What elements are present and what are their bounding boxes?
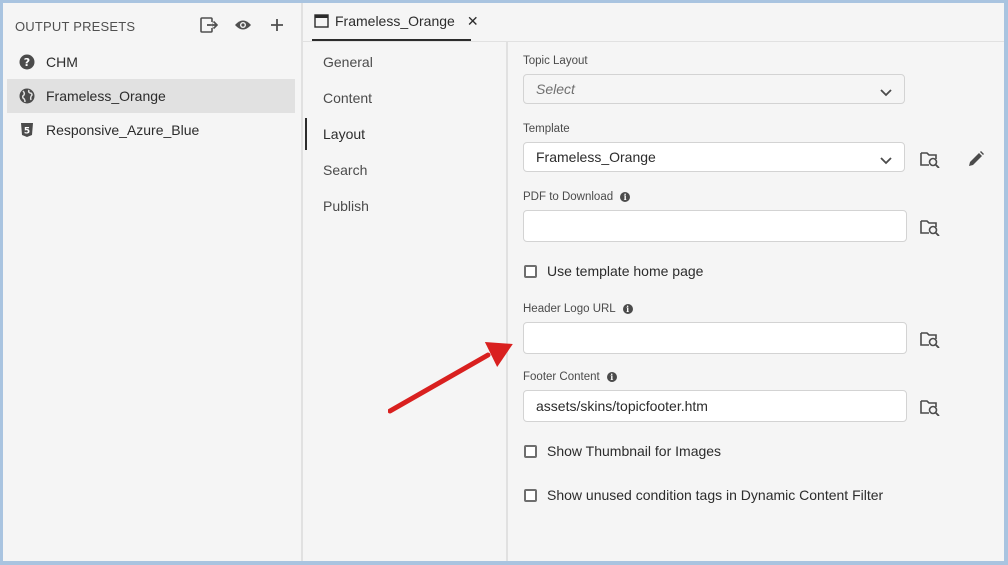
tab-bar: Frameless_Orange ✕: [303, 3, 1004, 42]
nav-item-content[interactable]: Content: [303, 80, 506, 116]
annotation-arrow: [388, 342, 513, 414]
preset-list: ? CHM Frameless_Orange 5 Responsive_Azur…: [7, 45, 295, 147]
close-icon[interactable]: ✕: [467, 13, 479, 30]
panel-title: OUTPUT PRESETS: [15, 19, 136, 34]
chevron-down-icon: [880, 84, 892, 100]
show-thumbnail-checkbox[interactable]: [524, 444, 537, 458]
nav-item-publish[interactable]: Publish: [303, 188, 506, 224]
nav-item-general[interactable]: General: [303, 44, 506, 80]
topic-layout-label: Topic Layout: [523, 55, 588, 67]
preset-item-responsive-azure-blue[interactable]: 5 Responsive_Azure_Blue: [7, 113, 295, 147]
template-select[interactable]: Frameless_Orange: [523, 142, 905, 172]
checkbox-label: Use template home page: [547, 263, 704, 279]
checkbox-label: Show unused condition tags in Dynamic Co…: [547, 487, 884, 503]
select-value: Frameless_Orange: [536, 149, 656, 165]
show-thumbnail-option: Show Thumbnail for Images: [524, 443, 721, 459]
preset-item-chm[interactable]: ? CHM: [7, 45, 295, 79]
preset-item-frameless-orange[interactable]: Frameless_Orange: [7, 79, 295, 113]
show-unused-tags-option: Show unused condition tags in Dynamic Co…: [524, 487, 883, 503]
info-icon: i: [620, 192, 631, 202]
plus-icon[interactable]: [267, 15, 287, 35]
template-label: Template: [523, 123, 570, 135]
browse-folder-icon[interactable]: [919, 148, 941, 170]
nav-item-search[interactable]: Search: [303, 152, 506, 188]
app-window: OUTPUT PRESETS ? CHM Frameless_Orange 5 …: [3, 3, 1004, 561]
info-icon: i: [622, 304, 633, 314]
topic-layout-select[interactable]: Select: [523, 74, 905, 104]
header-logo-input[interactable]: [523, 322, 907, 354]
browse-folder-icon[interactable]: [919, 396, 941, 418]
footer-content-label: Footer Content i: [523, 371, 617, 383]
html5-icon: 5: [18, 121, 36, 139]
select-placeholder: Select: [536, 81, 575, 97]
tab-frameless-orange[interactable]: Frameless_Orange ✕: [312, 3, 479, 41]
svg-text:5: 5: [24, 127, 30, 137]
header-logo-label: Header Logo URL i: [523, 303, 633, 315]
show-unused-tags-checkbox[interactable]: [524, 488, 537, 502]
output-presets-panel: OUTPUT PRESETS ? CHM Frameless_Orange 5 …: [3, 3, 303, 561]
globe-icon: [18, 87, 36, 105]
nav-item-layout[interactable]: Layout: [303, 116, 506, 152]
use-template-home-page-option: Use template home page: [524, 263, 703, 279]
browse-folder-icon[interactable]: [919, 328, 941, 350]
window-icon: [314, 14, 329, 28]
preset-label: CHM: [46, 54, 78, 70]
pdf-download-label: PDF to Download i: [523, 191, 631, 203]
use-template-home-page-checkbox[interactable]: [524, 264, 537, 278]
panel-toolbar: [199, 15, 287, 35]
chevron-down-icon: [880, 152, 892, 168]
help-circle-icon: ?: [18, 53, 36, 71]
browse-folder-icon[interactable]: [919, 216, 941, 238]
footer-content-input[interactable]: assets/skins/topicfooter.htm: [523, 390, 907, 422]
svg-text:?: ?: [24, 56, 30, 69]
preset-label: Frameless_Orange: [46, 88, 166, 104]
eye-icon[interactable]: [233, 15, 253, 35]
export-icon[interactable]: [199, 15, 219, 35]
tab-label: Frameless_Orange: [335, 13, 455, 29]
preset-label: Responsive_Azure_Blue: [46, 122, 200, 138]
edit-pencil-icon[interactable]: [965, 148, 987, 170]
checkbox-label: Show Thumbnail for Images: [547, 443, 722, 459]
pdf-download-input[interactable]: [523, 210, 907, 242]
info-icon: i: [606, 372, 617, 382]
category-nav: General Content Layout Search Publish: [303, 42, 508, 561]
